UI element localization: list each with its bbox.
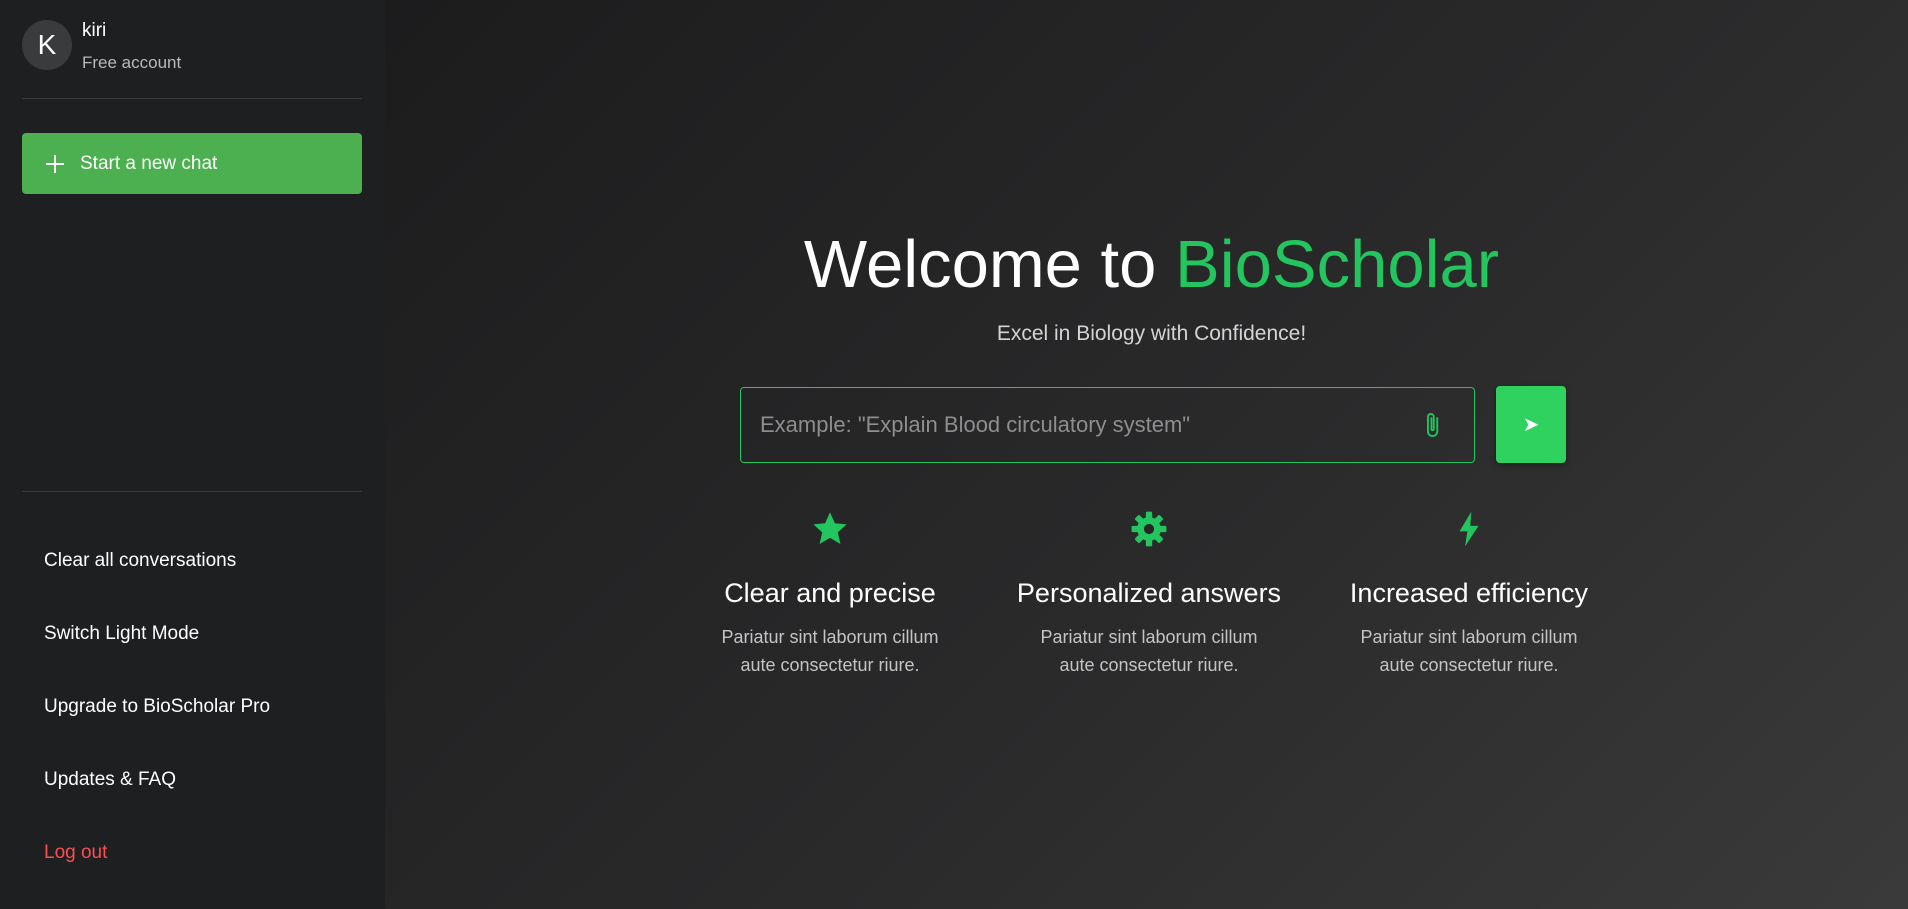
title-prefix: Welcome to — [803, 227, 1176, 302]
page-title: Welcome to BioScholar — [385, 226, 1908, 303]
divider — [22, 491, 362, 492]
upgrade-pro-button[interactable]: Upgrade to BioScholar Pro — [44, 670, 270, 743]
feature-description: Pariatur sint laborum cillum aute consec… — [1360, 627, 1578, 675]
avatar[interactable]: K — [22, 20, 72, 70]
sidebar-menu: Clear all conversations Switch Light Mod… — [44, 524, 270, 889]
feature-description: Pariatur sint laborum cillum aute consec… — [721, 627, 939, 675]
switch-light-mode-button[interactable]: Switch Light Mode — [44, 597, 270, 670]
plus-icon — [46, 154, 64, 173]
divider — [22, 98, 362, 99]
page-subtitle: Excel in Biology with Confidence! — [996, 322, 1307, 345]
feature-card: Clear and precise Pariatur sint laborum … — [680, 508, 980, 679]
main-panel: Welcome to BioScholar Excel in Biology w… — [385, 0, 1908, 909]
feature-title: Increased efficiency — [1349, 578, 1589, 608]
prompt-box — [740, 387, 1475, 463]
lightning-icon — [1459, 511, 1479, 547]
prompt-input[interactable] — [741, 388, 1418, 462]
gear-icon — [1131, 511, 1167, 547]
logout-button[interactable]: Log out — [44, 816, 270, 889]
send-button[interactable]: ➤ — [1496, 386, 1566, 463]
new-chat-label: Start a new chat — [80, 152, 218, 174]
star-icon — [813, 512, 847, 545]
new-chat-button[interactable]: Start a new chat — [22, 133, 362, 194]
feature-card: Increased efficiency Pariatur sint labor… — [1319, 508, 1619, 679]
user-name: kiri — [82, 20, 107, 41]
sidebar: K kiri Free account Start a new chat Cle… — [0, 0, 385, 909]
feature-title: Personalized answers — [1016, 578, 1282, 608]
feature-title: Clear and precise — [724, 578, 936, 608]
paperclip-icon[interactable] — [1418, 409, 1446, 441]
account-plan: Free account — [82, 53, 182, 72]
clear-conversations-button[interactable]: Clear all conversations — [44, 524, 270, 597]
feature-description: Pariatur sint laborum cillum aute consec… — [1040, 627, 1258, 675]
user-profile[interactable]: K kiri Free account — [22, 20, 181, 73]
updates-faq-link[interactable]: Updates & FAQ — [44, 743, 270, 816]
send-icon: ➤ — [1522, 414, 1540, 436]
brand-name: BioScholar — [1175, 227, 1500, 302]
feature-card: Personalized answers Pariatur sint labor… — [999, 508, 1299, 679]
